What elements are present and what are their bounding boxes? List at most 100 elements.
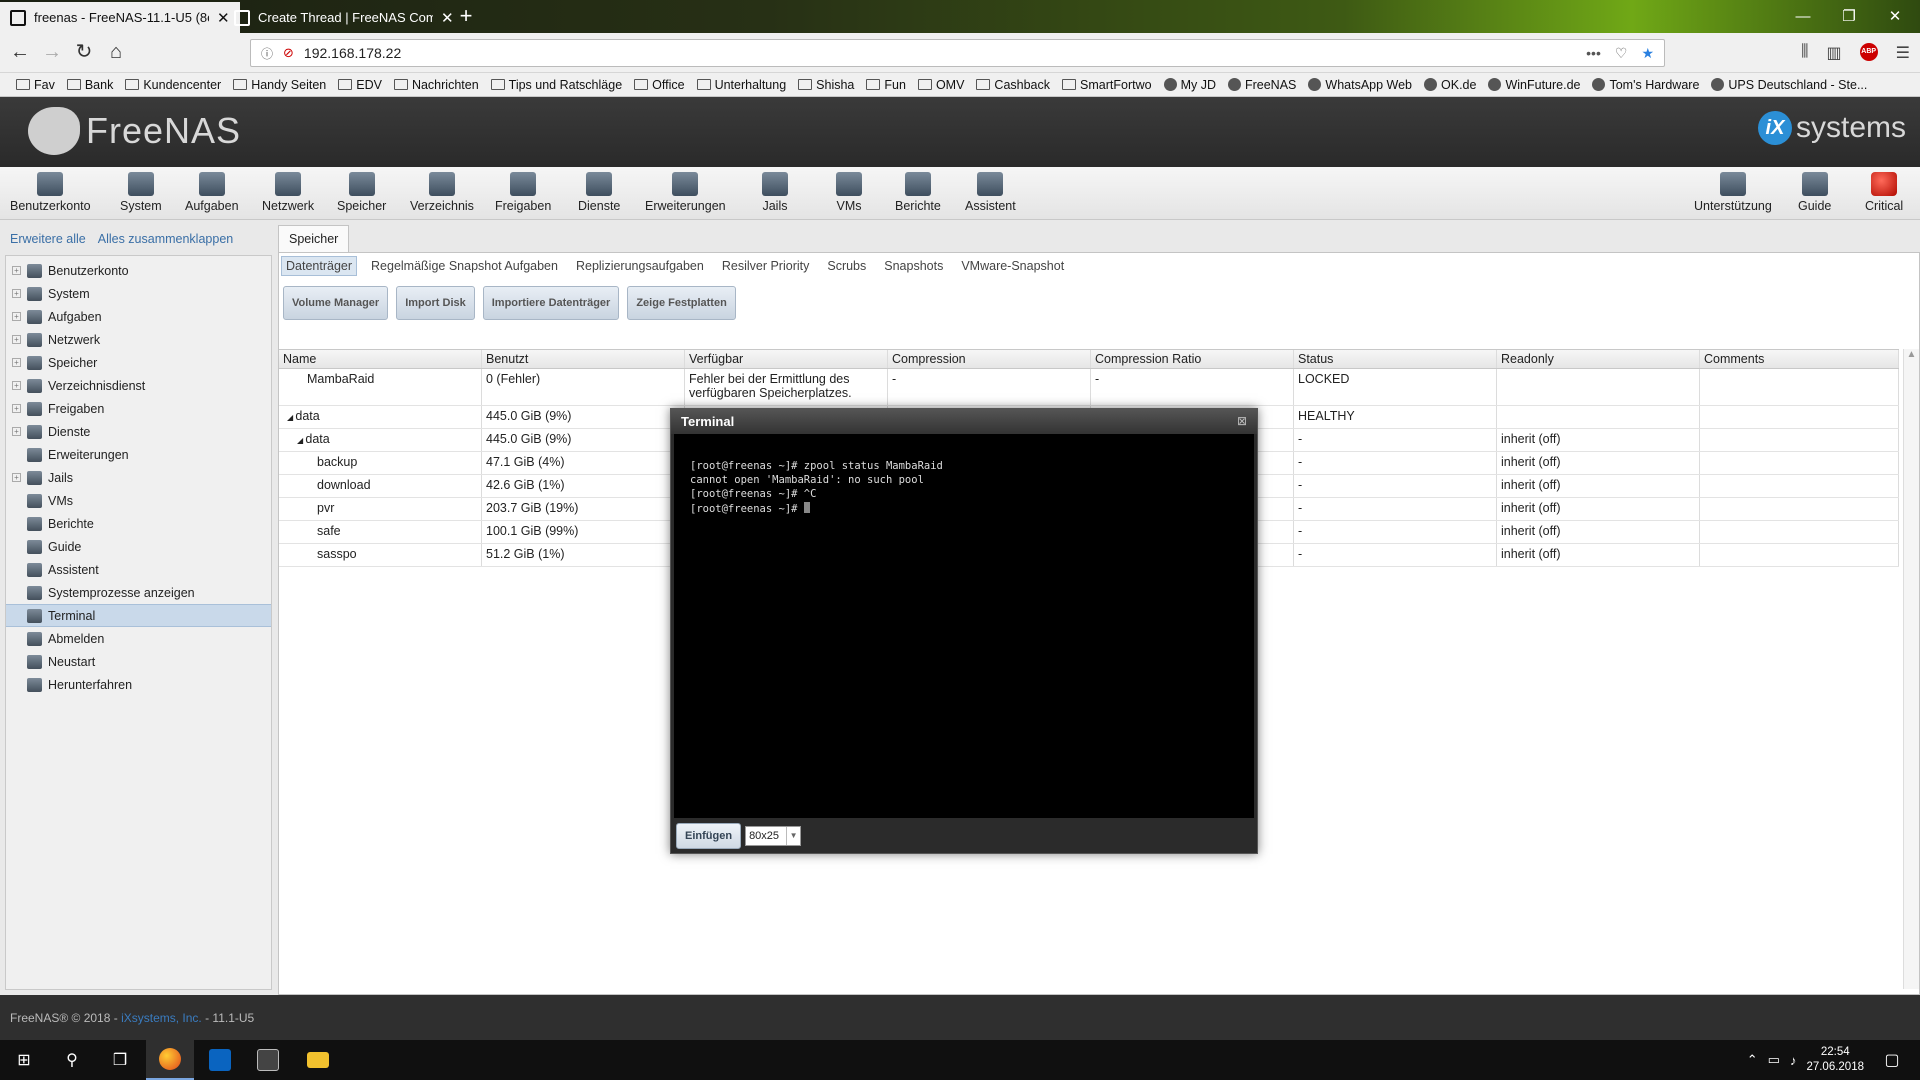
browser-tab-forum[interactable]: Create Thread | FreeNAS Comm… ✕	[224, 2, 464, 33]
expand-plus-icon[interactable]: +	[12, 289, 21, 298]
expand-plus-icon[interactable]: +	[12, 473, 21, 482]
toolbar-critical[interactable]: Critical	[1865, 172, 1903, 213]
sidebar-item-system[interactable]: + System	[6, 282, 271, 305]
bookmark-winfuture-de[interactable]: WinFuture.de	[1482, 78, 1586, 92]
column-header-readonly[interactable]: Readonly	[1497, 350, 1700, 368]
column-header-name[interactable]: Name	[279, 350, 482, 368]
sidebar-item-jails[interactable]: + Jails	[6, 466, 271, 489]
sidebar-item-guide[interactable]: Guide	[6, 535, 271, 558]
bookmark-cashback[interactable]: Cashback	[970, 78, 1056, 92]
sidebar-icon[interactable]: ▥	[1827, 43, 1842, 63]
forward-icon[interactable]: →	[38, 40, 66, 66]
bookmark-unterhaltung[interactable]: Unterhaltung	[691, 78, 793, 92]
bookmark-bank[interactable]: Bank	[61, 78, 120, 92]
pocket-icon[interactable]: ♡	[1615, 45, 1628, 62]
info-icon[interactable]: ⓘ	[261, 45, 273, 62]
table-scrollbar[interactable]: ▲	[1903, 349, 1919, 989]
ixsystems-link[interactable]: iXsystems, Inc.	[121, 1011, 202, 1025]
bookmark-shisha[interactable]: Shisha	[792, 78, 860, 92]
bookmark-tips-und-ratschlage[interactable]: Tips und Ratschläge	[485, 78, 629, 92]
bookmark-freenas[interactable]: FreeNAS	[1222, 78, 1302, 92]
terminal-size-select[interactable]: 80x25 ▼	[745, 826, 802, 846]
home-icon[interactable]: ⌂	[102, 40, 130, 66]
sidebar-item-vms[interactable]: VMs	[6, 489, 271, 512]
paste-button[interactable]: Einfügen	[676, 823, 742, 849]
sidebar-item-verzeichnisdienst[interactable]: + Verzeichnisdienst	[6, 374, 271, 397]
sidebar-item-terminal[interactable]: Terminal	[6, 604, 271, 627]
expand-plus-icon[interactable]: +	[12, 404, 21, 413]
expand-plus-icon[interactable]: +	[12, 358, 21, 367]
toolbar-vms[interactable]: VMs	[836, 172, 862, 213]
bookmark-ups-deutschland-ste[interactable]: UPS Deutschland - Ste...	[1705, 78, 1873, 92]
sidebar-item-dienste[interactable]: + Dienste	[6, 420, 271, 443]
dialog-titlebar[interactable]: Terminal ⊠	[671, 409, 1257, 434]
sidebar-item-netzwerk[interactable]: + Netzwerk	[6, 328, 271, 351]
toolbar-freigaben[interactable]: Freigaben	[495, 172, 551, 213]
subtab-scrubs[interactable]: Scrubs	[823, 257, 870, 275]
bookmark-whatsapp-web[interactable]: WhatsApp Web	[1302, 78, 1418, 92]
sidebar-item-erweiterungen[interactable]: Erweiterungen	[6, 443, 271, 466]
bookmark-ok-de[interactable]: OK.de	[1418, 78, 1482, 92]
subtab-vmware-snapshot[interactable]: VMware-Snapshot	[957, 257, 1068, 275]
toolbar-netzwerk[interactable]: Netzwerk	[262, 172, 314, 213]
library-icon[interactable]: ⫼	[1801, 43, 1808, 63]
sidebar-item-assistent[interactable]: Assistent	[6, 558, 271, 581]
tab-speicher[interactable]: Speicher	[278, 225, 350, 252]
dialog-close-icon[interactable]: ⊠	[1237, 409, 1247, 434]
collapse-all-link[interactable]: Alles zusammenklappen	[98, 232, 234, 246]
outlook-icon[interactable]	[196, 1040, 244, 1080]
sidebar-item-systemprozesse-anzeigen[interactable]: Systemprozesse anzeigen	[6, 581, 271, 604]
expand-plus-icon[interactable]: +	[12, 312, 21, 321]
bookmark-my-jd[interactable]: My JD	[1158, 78, 1222, 92]
bookmark-star-icon[interactable]: ★	[1641, 45, 1654, 62]
toolbar-speicher[interactable]: Speicher	[337, 172, 386, 213]
sidebar-item-herunterfahren[interactable]: Herunterfahren	[6, 673, 271, 696]
bookmark-office[interactable]: Office	[628, 78, 690, 92]
bookmark-nachrichten[interactable]: Nachrichten	[388, 78, 485, 92]
bookmark-tom-s-hardware[interactable]: Tom's Hardware	[1586, 78, 1705, 92]
sidebar-item-benutzerkonto[interactable]: + Benutzerkonto	[6, 259, 271, 282]
bookmark-edv[interactable]: EDV	[332, 78, 388, 92]
column-header-compression-ratio[interactable]: Compression Ratio	[1091, 350, 1294, 368]
toolbar-verzeichnis[interactable]: Verzeichnis	[410, 172, 474, 213]
bookmark-smartfortwo[interactable]: SmartFortwo	[1056, 78, 1158, 92]
toolbar-guide[interactable]: Guide	[1798, 172, 1831, 213]
volume-manager-button[interactable]: Volume Manager	[283, 286, 389, 320]
toolbar-dienste[interactable]: Dienste	[578, 172, 620, 213]
back-icon[interactable]: ←	[6, 40, 34, 66]
bookmark-fun[interactable]: Fun	[860, 78, 912, 92]
clock[interactable]: 22:54 27.06.2018	[1806, 1045, 1864, 1075]
toolbar-assistent[interactable]: Assistent	[965, 172, 1016, 213]
subtab-regelmassige-snapshot-aufgaben[interactable]: Regelmäßige Snapshot Aufgaben	[367, 257, 562, 275]
firefox-icon[interactable]	[146, 1040, 194, 1080]
search-icon[interactable]: ⚲	[48, 1040, 96, 1080]
expand-plus-icon[interactable]: +	[12, 266, 21, 275]
sidebar-item-speicher[interactable]: + Speicher	[6, 351, 271, 374]
task-view-icon[interactable]: ❒	[96, 1040, 144, 1080]
column-header-status[interactable]: Status	[1294, 350, 1497, 368]
url-bar[interactable]: ⓘ ⊘ 192.168.178.22 ••• ♡ ★	[250, 39, 1665, 67]
minimize-icon[interactable]: —	[1780, 0, 1826, 33]
reload-icon[interactable]: ↻	[70, 40, 98, 66]
toolbar-benutzerkonto[interactable]: Benutzerkonto	[10, 172, 91, 213]
column-header-compression[interactable]: Compression	[888, 350, 1091, 368]
subtab-snapshots[interactable]: Snapshots	[880, 257, 947, 275]
import-disk-button[interactable]: Import Disk	[396, 286, 475, 320]
toolbar-aufgaben[interactable]: Aufgaben	[185, 172, 239, 213]
expand-plus-icon[interactable]: +	[12, 381, 21, 390]
bookmark-handy-seiten[interactable]: Handy Seiten	[227, 78, 332, 92]
bookmark-kundencenter[interactable]: Kundencenter	[119, 78, 227, 92]
sidebar-item-berichte[interactable]: Berichte	[6, 512, 271, 535]
column-header-verfugbar[interactable]: Verfügbar	[685, 350, 888, 368]
toolbar-system[interactable]: System	[120, 172, 162, 213]
toolbar-berichte[interactable]: Berichte	[895, 172, 941, 213]
bookmark-fav[interactable]: Fav	[10, 78, 61, 92]
subtab-datentrager[interactable]: Datenträger	[281, 256, 358, 276]
toolbar-unterstutzung[interactable]: Unterstützung	[1694, 172, 1772, 213]
browser-tab-freenas[interactable]: freenas - FreeNAS-11.1-U5 (8e… ✕	[0, 2, 240, 33]
calculator-icon[interactable]	[244, 1040, 292, 1080]
windows-start-icon[interactable]: ⊞	[0, 1040, 48, 1080]
expand-plus-icon[interactable]: +	[12, 427, 21, 436]
toolbar-jails[interactable]: Jails	[762, 172, 788, 213]
sidebar-item-freigaben[interactable]: + Freigaben	[6, 397, 271, 420]
